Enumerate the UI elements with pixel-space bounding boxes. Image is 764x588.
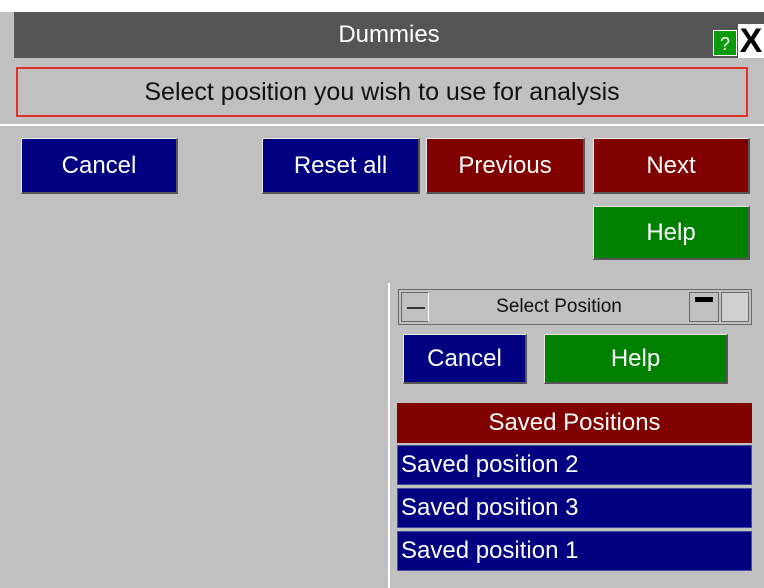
maximize-icon[interactable] [721,292,749,322]
list-item[interactable]: Saved position 1 [397,531,752,571]
restore-icon[interactable] [689,292,719,322]
minimize-icon[interactable] [401,292,429,322]
panel-cancel-button[interactable]: Cancel [403,334,527,384]
select-position-title: Select Position [496,296,622,317]
window-title: Dummies [338,21,440,48]
reset-all-button[interactable]: Reset all [262,138,420,194]
list-item[interactable]: Saved position 2 [397,445,752,485]
panel-help-button[interactable]: Help [544,334,728,384]
next-button[interactable]: Next [593,138,750,194]
cancel-button[interactable]: Cancel [21,138,178,194]
title-bar: Dummies [14,12,764,58]
help-icon[interactable]: ? [713,30,737,56]
select-position-title-bar[interactable]: Select Position [398,289,752,325]
help-button[interactable]: Help [593,206,750,260]
divider [0,124,764,126]
top-strip [0,0,764,12]
close-icon[interactable]: X [738,24,764,58]
saved-positions-header: Saved Positions [397,403,752,443]
previous-button[interactable]: Previous [426,138,585,194]
instruction-text: Select position you wish to use for anal… [16,67,748,117]
list-item[interactable]: Saved position 3 [397,488,752,528]
